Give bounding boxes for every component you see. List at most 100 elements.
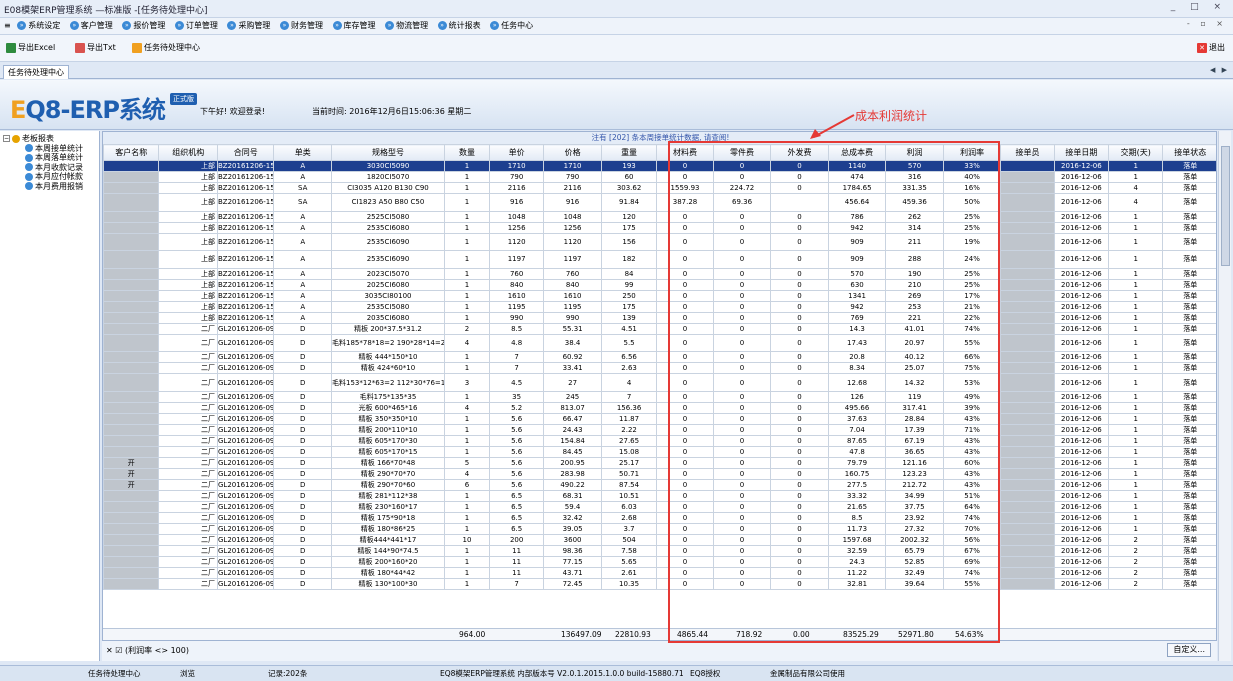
- table-row[interactable]: 二厂GL20161206-0976D精板 424*60*101733.412.6…: [103, 362, 1216, 375]
- table-cell: [1000, 300, 1055, 313]
- filter-clear[interactable]: ✕ ☑ (利润率 <> 100): [106, 645, 189, 656]
- column-header[interactable]: 交期(天): [1108, 144, 1164, 161]
- table-row[interactable]: 上部BZ20161206-1527SACI1823 A50 B80 C50191…: [103, 193, 1216, 212]
- mdi-controls[interactable]: - ▫ ×: [1187, 19, 1227, 28]
- window-controls[interactable]: _ □ ×: [1171, 2, 1227, 12]
- column-header[interactable]: 外发费: [770, 144, 829, 161]
- menu-item-reports[interactable]: » 统计报表: [437, 18, 481, 34]
- table-row[interactable]: 开二厂GL20161206-0979D精板 290*70*6065.6490.2…: [103, 478, 1216, 491]
- menu-item-finance[interactable]: » 财务管理: [279, 18, 323, 34]
- column-header[interactable]: 利润: [885, 144, 944, 161]
- customize-button[interactable]: 自定义...: [1167, 643, 1211, 657]
- menu-item-tasks[interactable]: » 任务中心: [490, 18, 533, 34]
- table-cell: 0: [656, 278, 714, 291]
- column-header[interactable]: 单价: [488, 144, 545, 161]
- table-row[interactable]: 上部BZ20161206-1522A3030CI5090117101710193…: [103, 160, 1216, 172]
- column-header[interactable]: 客户名称: [103, 144, 160, 161]
- table-cell: [1000, 250, 1055, 269]
- menu-item-customers[interactable]: » 客户管理: [69, 18, 113, 34]
- task-center-button[interactable]: 任务待处理中心: [132, 41, 200, 55]
- table-row[interactable]: 上部BZ20161206-1532 修1A2535CI6090111971197…: [103, 250, 1216, 269]
- exit-button[interactable]: ✕ 退出: [1197, 41, 1225, 55]
- table-row[interactable]: 上部BZ20161206-1535A3035CI8010011610161025…: [103, 289, 1216, 302]
- column-header[interactable]: 组织机构: [158, 144, 218, 161]
- column-header[interactable]: 总成本费: [827, 144, 887, 161]
- menu-item-system[interactable]: » 系统设定: [17, 18, 60, 34]
- tab-nav-arrows[interactable]: ◀ ▶: [1210, 66, 1229, 74]
- column-header[interactable]: 零件费: [712, 144, 772, 161]
- table-row[interactable]: 二厂GL20161206-0980D精板 281*112*3816.568.31…: [103, 489, 1216, 502]
- column-header[interactable]: 材料费: [656, 144, 714, 161]
- column-header[interactable]: 接单日期: [1053, 144, 1110, 161]
- table-cell: 落单: [1162, 445, 1216, 458]
- column-header[interactable]: 接单状态: [1162, 144, 1216, 161]
- table-row[interactable]: 二厂GL20161206-0982D精板 200*160*2011177.155…: [103, 555, 1216, 568]
- tree-item-weekly-orders[interactable]: 本周接单统计: [3, 144, 83, 154]
- column-header[interactable]: 接单员: [1000, 144, 1055, 161]
- table-cell: 0: [712, 555, 772, 568]
- table-cell: [770, 193, 829, 212]
- table-row[interactable]: 二厂GL20161206-0980D精板 175*90*1816.532.422…: [103, 511, 1216, 524]
- tree-item-monthly-expenses[interactable]: 本月费用报销: [3, 182, 83, 192]
- table-row[interactable]: 二厂GL20161206-0979D精板 350*350*1015.666.47…: [103, 412, 1216, 425]
- tree-item-monthly-payables[interactable]: 本月应付帐款: [3, 172, 83, 182]
- table-row[interactable]: 二厂GL20161206-0976D毛料153*12*63=2 112*30*7…: [103, 373, 1216, 392]
- table-row[interactable]: 二厂GL20161206-0979D光板 600*465*1645.2813.0…: [103, 401, 1216, 414]
- tree-root[interactable]: − 老板报表: [3, 134, 83, 144]
- table-row[interactable]: 上部BZ20161206-1536A2535CI5080111951195175…: [103, 300, 1216, 313]
- table-cell: [1000, 434, 1055, 447]
- table-row[interactable]: 二厂GL20161206-0979D精板 605*170*1515.684.45…: [103, 445, 1216, 458]
- table-row[interactable]: 二厂GL20161206-0979D精板 605*170*3015.6154.8…: [103, 434, 1216, 447]
- table-row[interactable]: 二厂GL20161206-0980D精板 180*86*2516.539.053…: [103, 522, 1216, 535]
- table-row[interactable]: 上部BZ20161206-1522A1820CI5070179079060000…: [103, 171, 1216, 183]
- table-row[interactable]: 二厂GL20161206-0979D精板 200*110*1015.624.43…: [103, 423, 1216, 436]
- tree-item-monthly-receipts[interactable]: 本月收款记录: [3, 163, 83, 173]
- table-row[interactable]: 上部BZ20161206-1532 修1A2535CI6090111201120…: [103, 232, 1216, 252]
- table-cell: 7: [488, 362, 545, 375]
- menu-item-inventory[interactable]: » 库存管理: [332, 18, 376, 34]
- column-header[interactable]: 合同号: [216, 144, 275, 161]
- table-cell: 0: [656, 322, 714, 335]
- table-row[interactable]: 二厂GL20161206-0982D精板 180*44*4211143.712.…: [103, 566, 1216, 579]
- table-row[interactable]: 二厂GL20161206-0976D精板 444*150*101760.926.…: [103, 351, 1216, 364]
- column-header[interactable]: 数量: [443, 144, 490, 161]
- table-row[interactable]: 二厂GL20161206-0982D精板 144*90*74.511198.36…: [103, 544, 1216, 557]
- tab-strip: 任务待处理中心 ◀ ▶: [0, 63, 1233, 79]
- vertical-scrollbar[interactable]: [1218, 131, 1231, 661]
- table-cell: D: [273, 489, 332, 502]
- table-row[interactable]: 上部BZ20161206-1533A2023CI5070176076084000…: [103, 267, 1216, 280]
- column-header[interactable]: 规格型号: [331, 144, 445, 161]
- table-row[interactable]: 二厂GL20161206-0978D毛料175*135*351352457000…: [103, 390, 1216, 403]
- table-row[interactable]: 开二厂GL20161206-0979D精板 166*70*4855.6200.9…: [103, 456, 1216, 469]
- export-excel-button[interactable]: 导出Excel: [6, 41, 55, 55]
- calendar-icon: [132, 42, 142, 53]
- export-txt-button[interactable]: 导出Txt: [75, 41, 116, 55]
- table-cell: 落单: [1162, 278, 1216, 291]
- tab-task-center[interactable]: 任务待处理中心: [3, 65, 69, 79]
- menu-item-purchase[interactable]: » 采购管理: [227, 18, 270, 34]
- table-row[interactable]: 上部BZ20161206-1528A2535CI6080112561256175…: [103, 221, 1216, 234]
- table-cell: 24.43: [543, 423, 602, 436]
- menu-item-quotes[interactable]: » 报价管理: [122, 18, 165, 34]
- table-row[interactable]: 开二厂GL20161206-0979D精板 290*70*7045.6283.9…: [103, 467, 1216, 480]
- table-row[interactable]: 二厂GL20161206-0980D精板 230*160*1716.559.46…: [103, 500, 1216, 513]
- table-row[interactable]: 二厂GL20161206-0975D毛料185*78*18=2 190*28*1…: [103, 333, 1216, 353]
- column-header[interactable]: 利润率: [942, 144, 1002, 161]
- table-row[interactable]: 上部BZ20161206-1533A2025CI6080184084099000…: [103, 278, 1216, 291]
- menu-item-orders[interactable]: » 订单管理: [174, 18, 218, 34]
- column-header[interactable]: 价格: [543, 144, 602, 161]
- table-row[interactable]: 上部BZ20161206-1523SACI3035 A120 B130 C901…: [103, 182, 1216, 194]
- table-row[interactable]: 二厂GL20161206-0975D精板 200*37.5*31.228.555…: [103, 322, 1216, 335]
- table-row[interactable]: 二厂GL20161206-0981D精板444*441*171020036005…: [103, 533, 1216, 546]
- column-header[interactable]: 单类: [273, 144, 332, 161]
- scroll-thumb[interactable]: [1221, 146, 1230, 266]
- table-cell: 1: [1108, 423, 1164, 436]
- column-header[interactable]: 重量: [600, 144, 658, 161]
- table-row[interactable]: 上部BZ20161206-1528A2525CI5080110481048120…: [103, 210, 1216, 223]
- menu-item-logistics[interactable]: » 物流管理: [385, 18, 428, 34]
- collapse-icon[interactable]: −: [3, 135, 10, 142]
- table-cell: 2002.32: [885, 533, 944, 546]
- table-row[interactable]: 二厂GL20161206-0982D精板 130*100*301772.4510…: [103, 577, 1216, 590]
- tree-item-weekly-placed[interactable]: 本周落单统计: [3, 153, 83, 163]
- table-row[interactable]: 上部BZ20161206-1537A2035CI6080199099013900…: [103, 311, 1216, 324]
